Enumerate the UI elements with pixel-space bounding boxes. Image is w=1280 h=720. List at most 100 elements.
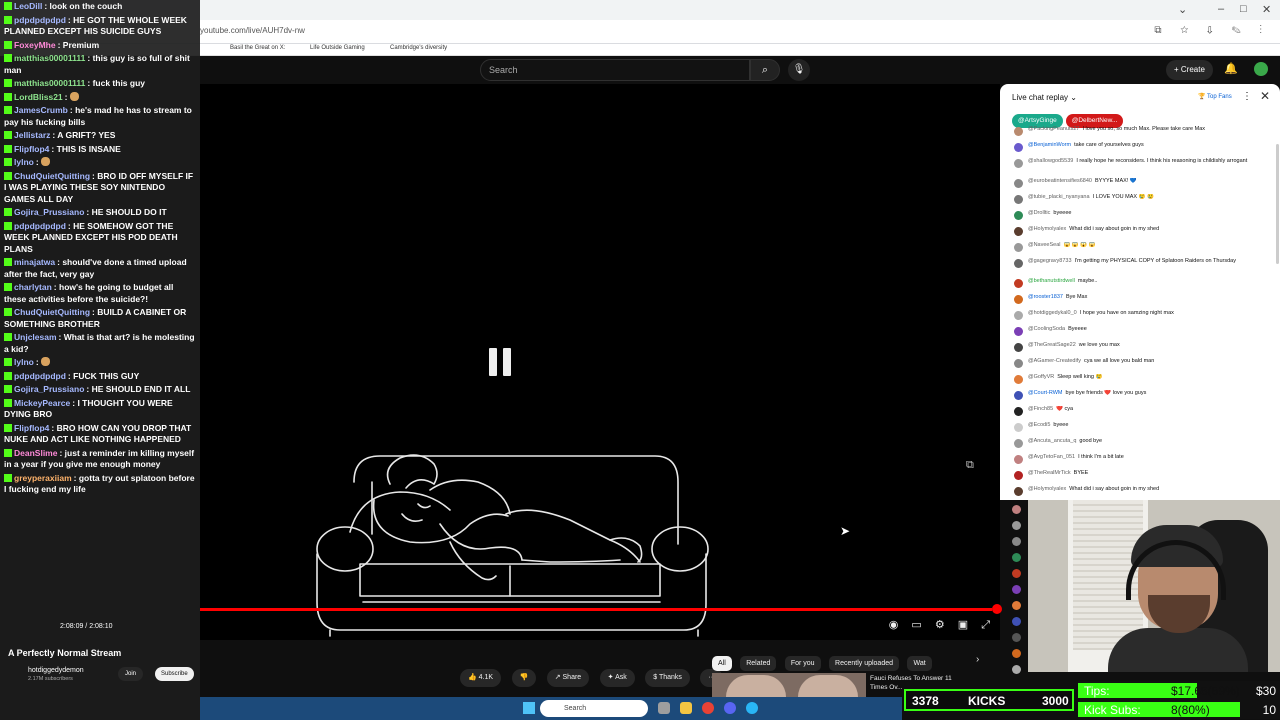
chat-author[interactable]: @AGamer-Createdify — [1028, 358, 1081, 364]
chat-avatar[interactable] — [1012, 537, 1021, 546]
chip-watched[interactable]: Wat — [907, 656, 932, 671]
chat-author[interactable]: @rooster1837 — [1028, 294, 1063, 300]
kick-chat-user[interactable]: ChudQuietQuitting — [14, 307, 90, 317]
chat-avatar[interactable] — [1014, 407, 1023, 416]
chat-author[interactable]: @AvgTetoFan_051 — [1028, 454, 1075, 460]
chip-all[interactable]: All — [712, 656, 732, 671]
kick-chat-user[interactable]: Jellistarz — [14, 130, 50, 140]
chat-author[interactable]: @Ecodi5 — [1028, 422, 1050, 428]
chat-avatar[interactable] — [1012, 505, 1021, 514]
kick-chat-user[interactable]: matthias00001111 — [14, 78, 85, 88]
chat-avatar[interactable] — [1014, 311, 1023, 320]
chat-author[interactable]: @Court-RWM — [1028, 390, 1063, 396]
chat-avatar[interactable] — [1012, 601, 1021, 610]
bookmark-item[interactable]: Life Outside Gaming — [310, 45, 365, 51]
chat-author[interactable]: @Ancuta_ancuta_q — [1028, 438, 1076, 444]
share-button[interactable]: ↗ Share — [546, 669, 590, 687]
recommendation-thumbnail[interactable] — [712, 673, 866, 697]
chat-avatar[interactable] — [1014, 295, 1023, 304]
windows-start-icon[interactable] — [523, 702, 535, 714]
kick-chat-user[interactable]: JamesCrumb — [14, 105, 68, 115]
account-avatar[interactable] — [1254, 62, 1268, 76]
chat-avatar[interactable] — [1014, 211, 1023, 220]
chat-author[interactable]: @GoffyVR — [1028, 374, 1054, 380]
chat-avatar[interactable] — [1014, 471, 1023, 480]
chat-avatar[interactable] — [1014, 279, 1023, 288]
more-options-icon[interactable]: ⋮ — [1242, 91, 1252, 102]
chat-avatar[interactable] — [1012, 569, 1021, 578]
ask-button[interactable]: ✦ Ask — [599, 669, 635, 687]
search-icon[interactable]: ⌕ — [750, 59, 780, 81]
chat-author[interactable]: @Finch85 — [1028, 406, 1053, 412]
like-button[interactable]: 👍 4.1K — [460, 669, 502, 687]
chip-recently-uploaded[interactable]: Recently uploaded — [829, 656, 900, 671]
chat-author[interactable]: @TheGreatSage22 — [1028, 342, 1076, 348]
kick-chat-user[interactable]: Gojira_Prussiano — [14, 207, 84, 217]
chat-author[interactable]: @tubie_placki_nyanyana — [1028, 194, 1090, 200]
chat-author[interactable]: @hotdiggedykal0_0 — [1028, 310, 1077, 316]
maximize-icon[interactable]: □ — [1240, 3, 1247, 15]
bookmark-item[interactable]: Cambridge's diversity — [390, 45, 447, 51]
top-fans-button[interactable]: 🏆 Top Fans — [1198, 93, 1232, 100]
browser-toolbar-icons[interactable]: ⧉ ☆ ⇩ ✎ ⋮ — [1154, 25, 1270, 36]
chat-author[interactable]: @PackingPeanuts27 — [1028, 126, 1079, 132]
video-title[interactable]: A Perfectly Normal Stream — [8, 648, 121, 658]
kick-chat-user[interactable]: Flipflop4 — [14, 423, 49, 433]
kick-chat-user[interactable]: Unjclesam — [14, 332, 57, 342]
kick-chat-user[interactable]: minajatwa — [14, 257, 55, 267]
search-box[interactable]: Search — [480, 59, 750, 81]
chat-avatar[interactable] — [1014, 159, 1023, 168]
kick-chat-user[interactable]: LordBliss21 — [14, 92, 63, 102]
chat-avatar[interactable] — [1012, 553, 1021, 562]
chat-avatar[interactable] — [1014, 359, 1023, 368]
chat-avatar[interactable] — [1014, 327, 1023, 336]
chat-author[interactable]: @Drolltic — [1028, 210, 1050, 216]
minimize-icon[interactable]: – — [1218, 3, 1224, 15]
chat-avatar[interactable] — [1012, 521, 1021, 530]
chat-author[interactable]: @NaveeSeal — [1028, 242, 1061, 248]
close-icon[interactable]: ✕ — [1260, 89, 1270, 103]
chat-avatar[interactable] — [1012, 633, 1021, 642]
chat-scrollbar[interactable] — [1276, 144, 1279, 264]
chat-author[interactable]: @eurobeatintensifies6840 — [1028, 178, 1092, 184]
bookmark-item[interactable]: Basil the Great on X: — [230, 45, 285, 51]
chevron-right-icon[interactable]: › — [976, 654, 979, 665]
chip-related[interactable]: Related — [740, 656, 777, 671]
url-text[interactable]: youtube.com/live/AUH7dv-nw — [200, 26, 305, 35]
chat-avatar[interactable] — [1012, 617, 1021, 626]
chat-avatar[interactable] — [1012, 665, 1021, 674]
thanks-button[interactable]: $ Thanks — [645, 669, 690, 687]
chevron-down-icon[interactable]: ⌄ — [1178, 3, 1187, 16]
chat-avatar[interactable] — [1014, 423, 1023, 432]
chrome-icon[interactable] — [702, 702, 714, 714]
taskbar-search[interactable]: Search — [540, 700, 648, 717]
subscribe-button[interactable]: Subscribe — [155, 667, 194, 681]
chip-for-you[interactable]: For you — [784, 656, 821, 671]
kick-chat-user[interactable]: ChudQuietQuitting — [14, 171, 90, 181]
chat-author[interactable]: @Holymolyalex — [1028, 226, 1066, 232]
kick-chat-user[interactable]: FoxeyMhe — [14, 40, 56, 50]
pause-icon[interactable] — [489, 348, 513, 376]
kick-chat-user[interactable]: charlytan — [14, 282, 52, 292]
chat-avatar[interactable] — [1014, 375, 1023, 384]
kick-chat-user[interactable]: Gojira_Prussiano — [14, 384, 84, 394]
chat-avatar[interactable] — [1014, 439, 1023, 448]
video-player[interactable]: ⧉ ➤ ◉ ▭ ⚙ ▣ ⤢ — [200, 84, 1002, 640]
kick-chat-user[interactable]: pdpdpdpdpd — [14, 221, 66, 231]
chat-author[interactable]: @gagegravy8733 — [1028, 258, 1072, 264]
chat-author[interactable]: @BenjaminWorm — [1028, 142, 1071, 148]
notifications-bell-icon[interactable]: 🔔 — [1224, 62, 1238, 75]
chat-avatar[interactable] — [1014, 487, 1023, 496]
chat-avatar[interactable] — [1014, 343, 1023, 352]
app-icon[interactable] — [746, 702, 758, 714]
chat-avatar[interactable] — [1014, 259, 1023, 268]
kick-chat-user[interactable]: MickeyPearce — [14, 398, 70, 408]
search-input[interactable]: Search — [489, 65, 518, 75]
microphone-icon[interactable]: 🎙 — [788, 59, 810, 81]
file-explorer-icon[interactable] — [680, 702, 692, 714]
kick-chat-user[interactable]: LeoDill — [14, 1, 42, 11]
kick-chat-user[interactable]: greyperaxiiam — [14, 473, 72, 483]
kick-chat-user[interactable]: pdpdpdpdpd — [14, 15, 66, 25]
chat-avatar[interactable] — [1014, 143, 1023, 152]
chat-avatar[interactable] — [1014, 455, 1023, 464]
